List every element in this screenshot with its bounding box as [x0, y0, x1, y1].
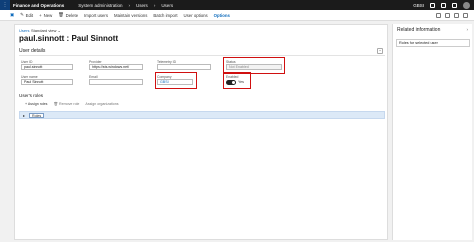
batch-import-button[interactable]: Batch import — [153, 13, 177, 18]
assign-roles-button[interactable]: + Assign roles — [25, 102, 47, 106]
user-options-button[interactable]: User options — [184, 13, 208, 18]
tab-options[interactable]: Options — [214, 13, 230, 18]
enabled-toggle[interactable] — [226, 80, 236, 85]
collapse-icon[interactable]: ⌃ — [377, 48, 383, 54]
breadcrumb-separator-icon: › — [128, 2, 131, 8]
breadcrumb-system-admin[interactable]: System administration — [78, 3, 122, 8]
provider-field[interactable]: https://sts.windows.net/ — [89, 64, 143, 70]
save-button[interactable]: ▣ — [10, 12, 14, 18]
action-pane-right — [436, 12, 468, 18]
roles-section-title: User's roles — [19, 93, 44, 98]
topbar-right: GBSI — [413, 0, 470, 10]
delete-button[interactable]: 🗑 Delete — [58, 12, 78, 18]
related-information-pane: Related information › Roles for selected… — [392, 24, 472, 240]
email-field[interactable] — [89, 79, 143, 85]
edit-icon: ✎ — [20, 12, 24, 17]
help-icon[interactable] — [452, 2, 457, 8]
enabled-value: Yes — [238, 80, 244, 84]
roles-tree-row[interactable]: ▸ Roles — [19, 111, 385, 119]
company-picker[interactable]: GBSI — [413, 3, 424, 8]
breadcrumb-users-current[interactable]: Users — [161, 3, 173, 8]
roles-for-selected-user-factbox[interactable]: Roles for selected user — [396, 39, 470, 47]
maintain-versions-button[interactable]: Maintain versions — [114, 13, 147, 18]
user-details-header[interactable]: User details ⌃ — [19, 47, 385, 56]
page-title: paul.sinnott : Paul Sinnott — [19, 34, 119, 43]
main-panel: Users Standard view ⌄ paul.sinnott : Pau… — [14, 24, 388, 240]
section-title: User details — [19, 48, 46, 54]
user-id-field[interactable]: paul.sinnott — [21, 64, 73, 70]
assign-organizations-button[interactable]: Assign organizations — [85, 102, 118, 106]
expand-icon[interactable]: ▸ — [23, 113, 25, 118]
office-icon[interactable] — [454, 12, 459, 18]
view-selector[interactable]: Standard view ⌄ — [31, 28, 61, 33]
users-link[interactable]: Users — [19, 28, 29, 33]
breadcrumb-separator-icon: › — [153, 2, 156, 8]
action-pane: ▣ ✎ Edit + New 🗑 Delete Import users Mainta… — [0, 10, 474, 21]
import-users-button[interactable]: Import users — [84, 13, 108, 18]
collapse-pane-icon[interactable]: › — [467, 27, 469, 32]
roles-toolbar: + Assign roles 🗑 Remove role Assign orga… — [25, 102, 119, 106]
telemetry-field[interactable] — [157, 64, 211, 70]
edit-button[interactable]: ✎ Edit — [20, 12, 33, 18]
notification-icon[interactable] — [430, 2, 435, 8]
breadcrumb: System administration › Users › Users — [78, 3, 173, 8]
enabled-label: Enabled — [226, 75, 239, 79]
company-field[interactable]: GBSI — [157, 79, 193, 85]
app-title: Finance and Operations — [13, 2, 65, 8]
roles-tree-node[interactable]: Roles — [29, 113, 45, 119]
top-nav-bar: ⋮ Finance and Operations System administ… — [0, 0, 474, 10]
avatar[interactable] — [463, 1, 470, 9]
related-info-title: Related information — [397, 27, 441, 33]
new-button[interactable]: + New — [39, 13, 52, 18]
delete-icon: 🗑 — [58, 12, 64, 17]
status-field: Not Enabled — [226, 64, 282, 70]
close-icon[interactable] — [463, 12, 468, 18]
remove-role-button[interactable]: 🗑 Remove role — [53, 102, 79, 106]
settings-icon[interactable] — [441, 2, 446, 8]
refresh-icon[interactable] — [445, 12, 450, 18]
add-icon: + — [39, 12, 42, 18]
app-launcher-icon[interactable]: ⋮ — [0, 0, 10, 10]
user-name-field[interactable]: Paul Sinnott — [21, 79, 73, 85]
attach-icon[interactable] — [436, 12, 441, 18]
breadcrumb-users[interactable]: Users — [136, 3, 148, 8]
